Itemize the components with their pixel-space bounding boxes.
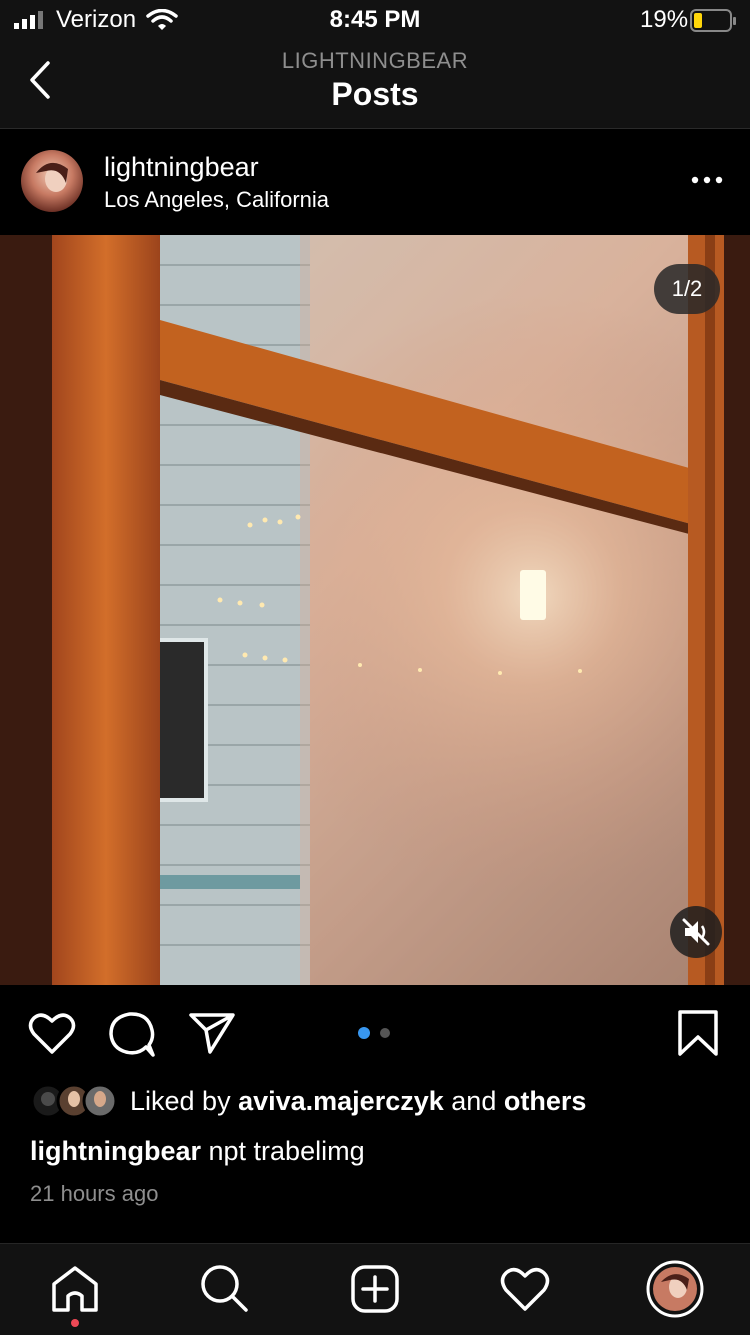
liked-by-text: Liked by aviva.majerczyk and others: [130, 1086, 586, 1117]
liked-by-prefix: Liked by: [130, 1086, 231, 1116]
page-title: Posts: [331, 76, 419, 112]
home-icon[interactable]: [50, 1264, 100, 1314]
profile-avatar[interactable]: [646, 1260, 704, 1318]
post-media[interactable]: [0, 235, 750, 985]
search-icon[interactable]: [198, 1262, 250, 1314]
liked-by-user[interactable]: aviva.majerczyk: [238, 1086, 444, 1116]
carousel-indicator: [358, 1027, 390, 1039]
liker-avatars[interactable]: [30, 1083, 120, 1119]
speaker-muted-icon: [682, 918, 710, 946]
more-horizontal-icon[interactable]: [690, 174, 724, 186]
bookmark-icon[interactable]: [677, 1009, 719, 1057]
post-username[interactable]: lightningbear: [104, 152, 259, 183]
status-time: 8:45 PM: [329, 6, 421, 33]
like-heart-icon[interactable]: [28, 1011, 76, 1055]
activity-heart-icon[interactable]: [500, 1266, 550, 1312]
post-location[interactable]: Los Angeles, California: [104, 187, 329, 213]
post-timestamp: 21 hours ago: [30, 1181, 159, 1206]
post-caption: lightningbear npt trabelimg: [30, 1136, 365, 1167]
caption-text: npt trabelimg: [208, 1136, 365, 1166]
liked-by-and: and: [451, 1086, 497, 1116]
liked-by-others[interactable]: others: [504, 1086, 587, 1116]
share-send-icon[interactable]: [188, 1011, 236, 1055]
caption-username[interactable]: lightningbear: [30, 1136, 201, 1166]
nav-username: LIGHTNINGBEAR: [281, 48, 469, 73]
battery-icon: [690, 9, 736, 32]
battery-percentage: 19%: [640, 6, 689, 33]
mute-button[interactable]: [670, 906, 722, 958]
new-post-icon[interactable]: [350, 1264, 400, 1314]
notification-dot: [71, 1319, 79, 1327]
media-counter: 1/2: [654, 264, 720, 314]
avatar[interactable]: [20, 149, 84, 213]
comment-icon[interactable]: [108, 1010, 156, 1058]
